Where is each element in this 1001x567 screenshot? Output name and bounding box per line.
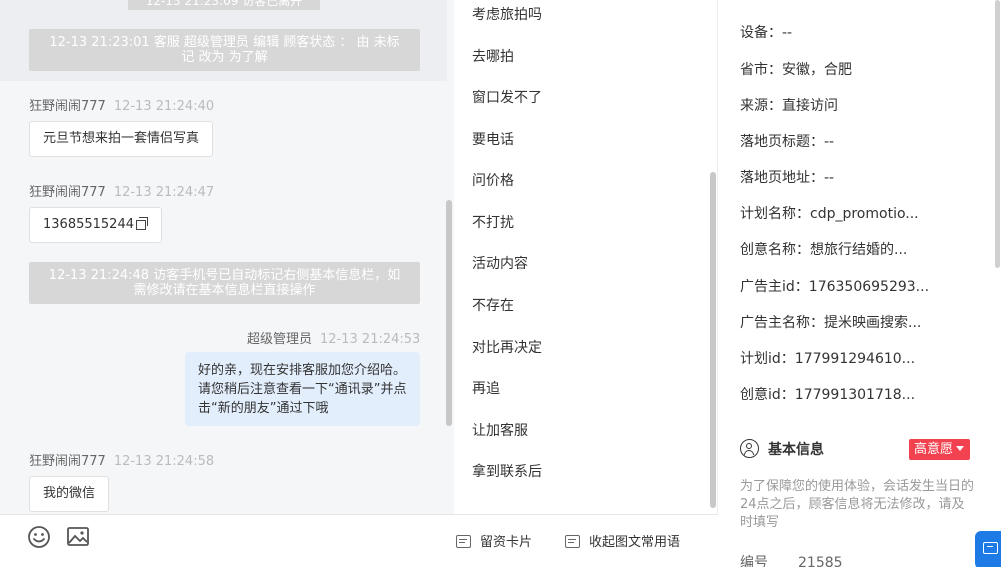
info-label: 广告主id： bbox=[740, 279, 809, 295]
info-row-creative-name: 创意名称：想旅行结婚的... bbox=[740, 239, 907, 259]
sender-name: 狂野闹闹777 bbox=[29, 185, 106, 200]
floating-chat-button[interactable] bbox=[975, 531, 1001, 567]
caret-down-icon bbox=[956, 446, 965, 451]
message-time: 12-13 21:24:47 bbox=[113, 185, 215, 200]
sender-name: 狂野闹闹777 bbox=[29, 454, 106, 469]
info-value: 177991294610... bbox=[794, 351, 916, 367]
message-meta: 狂野闹闹777 12-13 21:24:58 bbox=[29, 450, 214, 469]
quick-phrases-panel: 考虑旅拍吗 去哪拍 窗口发不了 要电话 问价格 不打扰 活动内容 不存在 对比再… bbox=[454, 0, 718, 567]
phrase-item[interactable]: 活动内容 bbox=[472, 253, 528, 273]
system-message-phone: 12-13 21:24:48 访客手机号已自动标记右侧基本信息栏，如需修改请在基… bbox=[29, 262, 420, 304]
info-row-device: 设备：-- bbox=[740, 22, 792, 42]
emoji-icon[interactable] bbox=[27, 525, 51, 549]
info-label: 落地页标题： bbox=[740, 134, 824, 150]
info-label: 广告主名称： bbox=[740, 315, 824, 331]
visitor-phone-bubble: 13685515244 bbox=[29, 207, 162, 243]
sender-name: 狂野闹闹777 bbox=[29, 99, 106, 114]
info-row-advertiser-id: 广告主id：176350695293... bbox=[740, 276, 929, 296]
visitor-message-bubble: 我的微信 bbox=[29, 476, 110, 512]
phrases-toolbar: 留资卡片 收起图文常用语 bbox=[454, 514, 718, 567]
info-label: 省市： bbox=[740, 62, 782, 78]
lead-card-button[interactable]: 留资卡片 bbox=[456, 531, 532, 550]
chat-panel: 12-13 21:23:09 访客已离开 12-13 21:23:01 客服 超… bbox=[0, 0, 454, 567]
message-time: 12-13 21:24:40 bbox=[113, 99, 215, 114]
info-value: 想旅行结婚的... bbox=[810, 242, 908, 258]
info-value: -- bbox=[824, 170, 835, 186]
message-meta: 狂野闹闹777 12-13 21:24:47 bbox=[29, 181, 214, 200]
message-meta: 狂野闹闹777 12-13 21:24:40 bbox=[29, 95, 214, 114]
chat-input-toolbar bbox=[0, 514, 454, 567]
info-row-advertiser-name: 广告主名称：提米映画搜索... bbox=[740, 312, 921, 332]
info-scrollbar[interactable] bbox=[995, 0, 1000, 268]
message-icon bbox=[565, 535, 580, 548]
chat-scrollbar[interactable] bbox=[446, 200, 452, 426]
system-message-edit: 12-13 21:23:01 客服 超级管理员 编辑 顾客状态 ： 由 未标记 … bbox=[29, 29, 420, 71]
phrase-item[interactable]: 对比再决定 bbox=[472, 337, 542, 357]
info-row-landing-title: 落地页标题：-- bbox=[740, 131, 834, 151]
phrase-item[interactable]: 窗口发不了 bbox=[472, 87, 542, 107]
basic-info-label: 基本信息 bbox=[768, 442, 824, 458]
info-value: 安徽，合肥 bbox=[782, 62, 852, 78]
card-icon bbox=[456, 535, 471, 548]
info-label: 创意名称： bbox=[740, 242, 810, 258]
collapse-phrases-label: 收起图文常用语 bbox=[589, 535, 681, 550]
phrase-item[interactable]: 问价格 bbox=[472, 170, 514, 190]
info-label: 落地页地址： bbox=[740, 170, 824, 186]
id-label: 编号 bbox=[740, 555, 768, 567]
info-value: -- bbox=[782, 25, 793, 41]
info-label: 创意id： bbox=[740, 387, 795, 403]
phone-number: 13685515244 bbox=[43, 217, 134, 232]
id-value: 21585 bbox=[798, 555, 843, 567]
chat-history[interactable]: 12-13 21:23:09 访客已离开 12-13 21:23:01 客服 超… bbox=[0, 0, 454, 514]
info-row-creative-id: 创意id：177991301718... bbox=[740, 384, 915, 404]
message-time: 12-13 21:24:58 bbox=[113, 454, 215, 469]
info-label: 计划id： bbox=[740, 351, 795, 367]
phrase-item[interactable]: 让加客服 bbox=[472, 420, 528, 440]
intent-level-label: 高意愿 bbox=[914, 442, 954, 457]
phrase-item[interactable]: 去哪拍 bbox=[472, 46, 514, 66]
info-value: cdp_promotio... bbox=[810, 206, 919, 222]
customer-info-panel: 设备：-- 省市：安徽，合肥 来源：直接访问 落地页标题：-- 落地页地址：--… bbox=[718, 0, 1001, 567]
agent-message-bubble: 好的亲，现在安排客服加您介绍哈。请您稍后注意查看一下“通讯录”并点击“新的朋友”… bbox=[185, 352, 420, 426]
message-meta: 超级管理员 12-13 21:24:53 bbox=[247, 328, 420, 347]
intent-level-dropdown[interactable]: 高意愿 bbox=[909, 439, 971, 460]
phrases-scrollbar[interactable] bbox=[710, 172, 716, 508]
sender-name: 超级管理员 bbox=[247, 332, 313, 347]
collapse-phrases-button[interactable]: 收起图文常用语 bbox=[565, 531, 680, 550]
info-value: 提米映画搜索... bbox=[824, 315, 922, 331]
phrase-item[interactable]: 再追 bbox=[472, 378, 500, 398]
system-message-partial: 12-13 21:23:09 访客已离开 bbox=[128, 0, 320, 10]
basic-info-title: 基本信息 bbox=[740, 439, 824, 459]
info-row-plan-name: 计划名称：cdp_promotio... bbox=[740, 203, 919, 223]
info-value: 直接访问 bbox=[782, 98, 838, 114]
phrase-item[interactable]: 要电话 bbox=[472, 129, 514, 149]
info-label: 设备： bbox=[740, 25, 782, 41]
info-value: -- bbox=[824, 134, 835, 150]
phrase-item[interactable]: 不存在 bbox=[472, 295, 514, 315]
info-row-id: 编号 21585 bbox=[740, 552, 843, 567]
phrase-item[interactable]: 考虑旅拍吗 bbox=[472, 4, 542, 24]
lead-card-label: 留资卡片 bbox=[480, 535, 533, 550]
message-time: 12-13 21:24:53 bbox=[320, 332, 421, 347]
visitor-message-bubble: 元旦节想来拍一套情侣写真 bbox=[29, 121, 214, 157]
info-row-region: 省市：安徽，合肥 bbox=[740, 59, 852, 79]
copy-icon[interactable] bbox=[135, 217, 148, 230]
info-label: 计划名称： bbox=[740, 206, 810, 222]
user-circle-icon bbox=[740, 439, 759, 458]
image-icon[interactable] bbox=[66, 525, 90, 549]
chat-icon bbox=[983, 542, 998, 554]
info-row-plan-id: 计划id：177991294610... bbox=[740, 348, 915, 368]
info-row-landing-url: 落地页地址：-- bbox=[740, 167, 834, 187]
info-value: 177991301718... bbox=[794, 387, 916, 403]
phrase-item[interactable]: 拿到联系后 bbox=[472, 461, 542, 481]
info-value: 176350695293... bbox=[808, 279, 930, 295]
info-label: 来源： bbox=[740, 98, 782, 114]
edit-notice: 为了保障您的使用体验，会话发生当日的24点之后，顾客信息将无法修改，请及时填写 bbox=[740, 479, 975, 530]
info-row-source: 来源：直接访问 bbox=[740, 95, 838, 115]
phrase-item[interactable]: 不打扰 bbox=[472, 212, 514, 232]
